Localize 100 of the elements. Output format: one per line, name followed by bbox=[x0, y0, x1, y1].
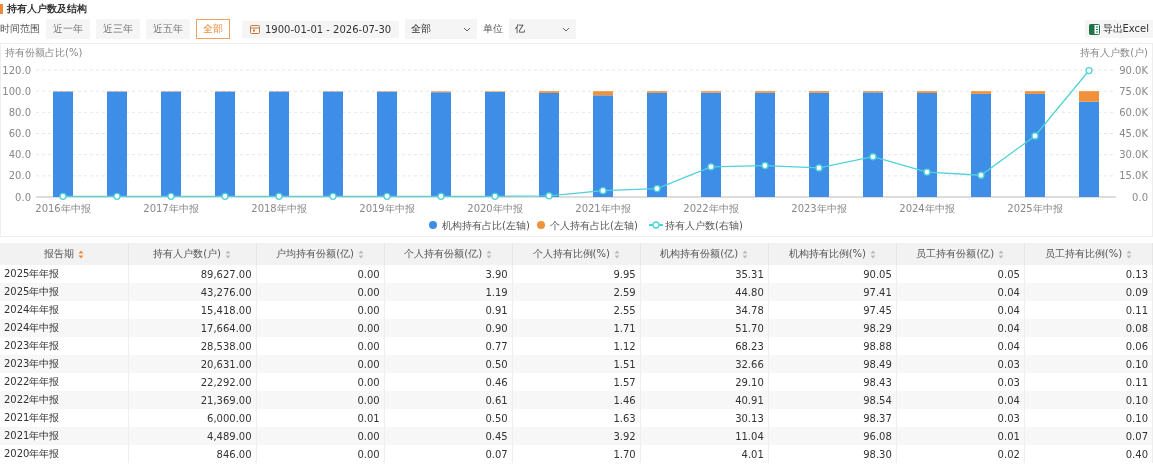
data-point bbox=[815, 164, 823, 172]
axis-tick-label: 90.0K bbox=[1119, 64, 1148, 76]
data-point bbox=[437, 192, 445, 200]
axis-tick-label: 30.0K bbox=[1119, 149, 1148, 161]
table-cell: 846.00 bbox=[128, 445, 257, 463]
axis-title: 持有人户数(户) bbox=[1080, 47, 1148, 58]
table-cell: 21,369.00 bbox=[128, 391, 257, 409]
table-cell: 0.03 bbox=[896, 355, 1025, 373]
table-cell: 0.04 bbox=[896, 283, 1025, 301]
axis-tick-label: 2016年中报 bbox=[35, 203, 91, 214]
table-cell: 51.70 bbox=[640, 319, 769, 337]
table-cell: 2020年年报 bbox=[0, 445, 129, 463]
table-cell: 2.59 bbox=[512, 283, 641, 301]
range-tab[interactable]: 近一年 bbox=[46, 19, 90, 39]
axis-tick-label: 2024年中报 bbox=[899, 203, 955, 214]
table-cell: 0.00 bbox=[256, 391, 385, 409]
column-header[interactable]: 机构持有份额(亿) bbox=[640, 243, 769, 265]
table-cell: 1.51 bbox=[512, 355, 641, 373]
column-header[interactable]: 个人持有比例(%) bbox=[512, 243, 641, 265]
column-header[interactable]: 员工持有份额(亿) bbox=[896, 243, 1025, 265]
section-title: 持有人户数及结构 bbox=[7, 1, 87, 16]
table-cell: 0.00 bbox=[256, 427, 385, 445]
legend-line-icon[interactable] bbox=[648, 221, 664, 229]
table-cell: 97.41 bbox=[768, 283, 897, 301]
table-cell: 20,631.00 bbox=[128, 355, 257, 373]
column-header[interactable]: 个人持有份额(亿) bbox=[384, 243, 513, 265]
table-cell: 96.08 bbox=[768, 427, 897, 445]
table-cell: 0.04 bbox=[896, 319, 1025, 337]
table-cell: 0.50 bbox=[384, 355, 513, 373]
data-point bbox=[1085, 66, 1093, 75]
table-cell: 0.10 bbox=[1024, 391, 1153, 409]
date-range-field[interactable]: 1900-01-01 - 2026-07-30 bbox=[242, 20, 400, 38]
calendar-icon bbox=[250, 24, 260, 34]
table-cell: 0.00 bbox=[256, 445, 385, 463]
data-point bbox=[329, 192, 337, 200]
data-point bbox=[1031, 132, 1039, 140]
data-point bbox=[923, 168, 931, 176]
table-cell: 0.90 bbox=[384, 319, 513, 337]
axis-tick-label: 0.0 bbox=[1132, 191, 1148, 203]
export-button[interactable]: 导出Excel bbox=[1084, 20, 1153, 38]
axis-tick-label: 2023年中报 bbox=[791, 203, 847, 214]
table-cell: 0.00 bbox=[256, 355, 385, 373]
table-cell: 98.49 bbox=[768, 355, 897, 373]
table-cell: 0.01 bbox=[896, 427, 1025, 445]
table-cell: 4,489.00 bbox=[128, 427, 257, 445]
legend-label: 机构持有占比(左轴) bbox=[442, 219, 530, 231]
data-point bbox=[869, 153, 877, 161]
table-cell: 2023年中报 bbox=[0, 355, 129, 373]
data-point bbox=[113, 192, 121, 200]
column-header[interactable]: 户均持有份额(亿) bbox=[256, 243, 385, 265]
table-cell: 0.00 bbox=[256, 283, 385, 301]
data-point bbox=[761, 161, 769, 170]
data-point bbox=[491, 192, 499, 200]
table-cell: 0.04 bbox=[896, 391, 1025, 409]
axis-tick-label: 2021年中报 bbox=[575, 203, 631, 214]
table-cell: 2022年中报 bbox=[0, 391, 129, 409]
axis-tick-label: 40.0 bbox=[8, 149, 31, 161]
unit-label: 单位 bbox=[483, 22, 504, 36]
table-cell: 1.46 bbox=[512, 391, 641, 409]
data-point bbox=[599, 187, 607, 195]
axis-tick-label: 2018年中报 bbox=[251, 203, 307, 214]
axis-tick-label: 0.0 bbox=[15, 191, 31, 203]
filter-dropdown[interactable]: 全部 bbox=[405, 19, 478, 39]
column-header[interactable]: 报告期 bbox=[0, 243, 129, 265]
spreadsheet-icon bbox=[1088, 23, 1100, 35]
table-cell: 0.08 bbox=[1024, 319, 1153, 337]
table-cell: 2024年中报 bbox=[0, 319, 129, 337]
data-point bbox=[977, 171, 985, 179]
axis-tick-label: 2025年中报 bbox=[1007, 203, 1063, 214]
table-cell: 0.07 bbox=[384, 445, 513, 463]
legend-dot[interactable] bbox=[537, 221, 545, 229]
legend-dot[interactable] bbox=[429, 221, 437, 229]
axis-tick-label: 2020年中报 bbox=[467, 203, 523, 214]
legend-label: 持有人户数(右轴) bbox=[665, 219, 743, 231]
table-cell: 0.45 bbox=[384, 427, 513, 445]
table-cell: 3.92 bbox=[512, 427, 641, 445]
range-tab[interactable]: 近三年 bbox=[96, 19, 140, 39]
table-cell: 0.00 bbox=[256, 319, 385, 337]
table-cell: 32.66 bbox=[640, 355, 769, 373]
table-cell: 40.91 bbox=[640, 391, 769, 409]
chevron-icon bbox=[463, 26, 472, 32]
table-cell: 0.10 bbox=[1024, 355, 1153, 373]
table-cell: 98.29 bbox=[768, 319, 897, 337]
axis-title: 持有份额占比(%) bbox=[5, 47, 83, 58]
column-header[interactable]: 机构持有比例(%) bbox=[768, 243, 897, 265]
table-cell: 0.09 bbox=[1024, 283, 1153, 301]
table-cell: 2021年中报 bbox=[0, 427, 129, 445]
axis-tick-label: 100.0 bbox=[2, 85, 31, 97]
table-cell: 44.80 bbox=[640, 283, 769, 301]
data-point bbox=[275, 192, 283, 200]
column-header[interactable]: 持有人户数(户) bbox=[128, 243, 257, 265]
column-header[interactable]: 员工持有比例(%) bbox=[1024, 243, 1153, 265]
range-tab[interactable]: 近五年 bbox=[146, 19, 190, 39]
data-point bbox=[653, 184, 661, 193]
table-cell: 11.04 bbox=[640, 427, 769, 445]
unit-dropdown[interactable]: 亿 bbox=[509, 19, 577, 39]
table-cell: 43,276.00 bbox=[128, 283, 257, 301]
axis-tick-label: 120.0 bbox=[2, 64, 31, 76]
axis-tick-label: 2019年中报 bbox=[359, 203, 415, 214]
table-cell: 17,664.00 bbox=[128, 319, 257, 337]
